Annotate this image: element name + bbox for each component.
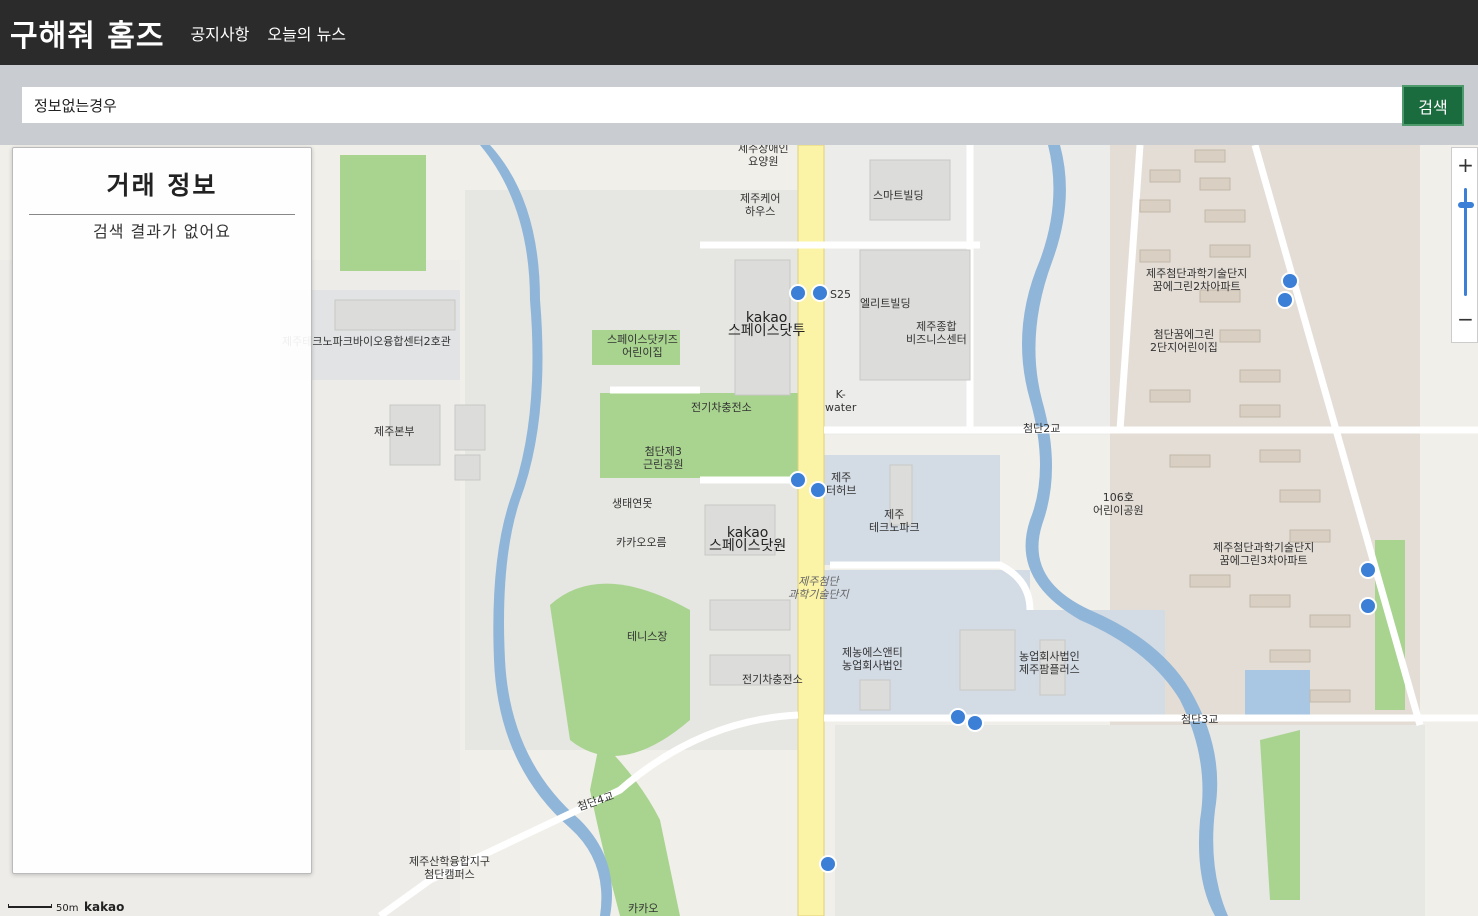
map-label[interactable]: S25 [830,288,851,301]
map-label[interactable]: 스페이스닷키즈 어린이집 [607,333,678,359]
transaction-info-panel: 거래 정보 검색 결과가 없어요 [12,147,312,874]
map-label[interactable]: 106호 어린이공원 [1093,491,1144,517]
map-label[interactable]: 제주본부 [374,425,414,438]
search-button[interactable]: 검색 [1402,85,1464,126]
map-label[interactable]: 카카오 [628,902,658,915]
map-label[interactable]: kakao 스페이스닷원 [709,526,786,553]
panel-title: 거래 정보 [106,171,218,200]
scale-bar [8,904,52,908]
map-label[interactable]: 제주 터허브 [826,471,856,497]
map-label[interactable]: 제주장애인 요양원 [738,145,789,168]
map-label[interactable]: 제주첨단과학기술단지 꿈에그린3차아파트 [1213,541,1314,567]
nav-news[interactable]: 오늘의 뉴스 [267,21,346,45]
map-label[interactable]: 제주케어 하우스 [740,192,780,218]
map-label[interactable]: 생태연못 [612,497,652,510]
map-label[interactable]: 엘리트빌딩 [860,297,911,310]
map-label[interactable]: 카카오오름 [616,536,667,549]
map-label[interactable]: 제주산학융합지구 첨단캠퍼스 [409,855,490,881]
map-label[interactable]: kakao 스페이스닷투 [728,311,805,338]
zoom-slider-handle[interactable] [1458,202,1474,208]
map-label[interactable]: 농업회사법인 제주팜플러스 [1019,650,1080,676]
map-label[interactable]: 첨단3교 [1181,713,1218,726]
search-bar: 검색 [0,65,1478,145]
zoom-in-button[interactable]: + [1452,150,1478,180]
kakao-logo[interactable]: kakao [84,900,124,914]
map-label[interactable]: K-water [825,388,856,414]
map-label[interactable]: 첨단꿈에그린 2단지어린이집 [1150,328,1218,354]
map-label[interactable]: 첨단제3 근린공원 [643,445,683,471]
map-label[interactable]: 스마트빌딩 [873,189,924,202]
map-label[interactable]: 전기차충전소 [691,401,752,414]
map-label[interactable]: 첨단2교 [1023,422,1060,435]
nav-notice[interactable]: 공지사항 [190,21,249,45]
empty-result-message: 검색 결과가 없어요 [93,222,231,241]
top-navbar: 구해줘 홈즈 공지사항 오늘의 뉴스 [0,0,1478,65]
search-input[interactable] [22,87,1402,123]
zoom-control: + − [1451,147,1478,343]
map-label[interactable]: 제주 테크노파크 [869,508,920,534]
scale-text: 50m [56,903,79,914]
map-label[interactable]: 제주첨단 과학기술단지 [788,575,849,601]
brand-logo[interactable]: 구해줘 홈즈 [10,11,164,55]
map-label[interactable]: 제농에스앤티 농업회사법인 [842,646,903,672]
map-label[interactable]: 테니스장 [627,630,667,643]
map-label[interactable]: 제주종합 비즈니스센터 [906,320,967,346]
divider [29,214,295,215]
map-label[interactable]: 제주첨단과학기술단지 꿈에그린2차아파트 [1146,267,1247,293]
map-label[interactable]: 전기차충전소 [742,673,803,686]
zoom-out-button[interactable]: − [1452,304,1478,334]
